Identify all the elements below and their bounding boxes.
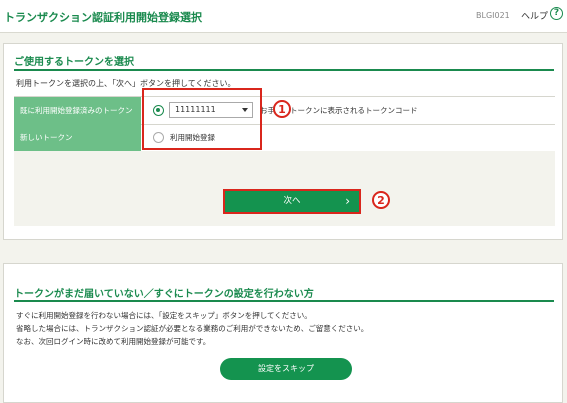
token-select-value: 11111111 [175,105,216,114]
help-link[interactable]: ヘルプ [521,9,548,22]
help-icon[interactable]: ? [550,7,563,20]
skip-text-line-2: 省略した場合には、トランザクション認証が必要となる業務のご利用ができないため、ご… [16,324,369,333]
app-header: トランザクション認証利用開始登録選択 BLGI021 ヘルプ ? [0,0,567,33]
row-value-existing: 11111111 お手元のトークンに表示されるトークンコード [141,97,555,124]
skip-setup-panel: トークンがまだ届いていない／すぐにトークンの設定を行わない方 すぐに利用開始登録… [3,263,563,403]
section-title-skip: トークンがまだ届いていない／すぐにトークンの設定を行わない方 [14,289,314,300]
row-label-existing: 既に利用開始登録済みのトークン [14,97,141,124]
section-divider [14,300,554,302]
next-button[interactable]: 次へ › [223,189,361,214]
token-select[interactable]: 11111111 [169,102,253,118]
page-title: トランザクション認証利用開始登録選択 [4,11,202,24]
screen-id: BLGI021 [476,11,510,20]
callout-number-2: 2 [372,191,390,209]
radio-existing-token[interactable] [153,105,164,116]
new-token-option-label[interactable]: 利用開始登録 [170,124,215,151]
section-title-token: ご使用するトークンを選択 [14,57,134,68]
radio-new-token[interactable] [153,132,164,143]
next-button-label: 次へ [283,196,301,206]
skip-setup-button[interactable]: 設定をスキップ [220,358,352,380]
row-value-new: 利用開始登録 [141,124,555,151]
chevron-right-icon: › [345,194,350,208]
row-label-new: 新しいトークン [14,124,141,151]
button-area: 次へ › [14,151,555,226]
section-divider [14,69,554,71]
chevron-down-icon [242,108,248,112]
instruction-text: 利用トークンを選択の上、「次へ」ボタンを押してください。 [16,79,236,88]
callout-number-1: 1 [273,100,291,118]
skip-text-line-3: なお、次回ログイン時に改めて利用開始登録が可能です。 [16,337,211,346]
token-row-new: 新しいトークン 利用開始登録 [14,124,555,152]
skip-text-line-1: すぐに利用開始登録を行わない場合には、「設定をスキップ」ボタンを押してください。 [16,311,312,320]
token-select-panel: ご使用するトークンを選択 利用トークンを選択の上、「次へ」ボタンを押してください… [3,43,563,240]
